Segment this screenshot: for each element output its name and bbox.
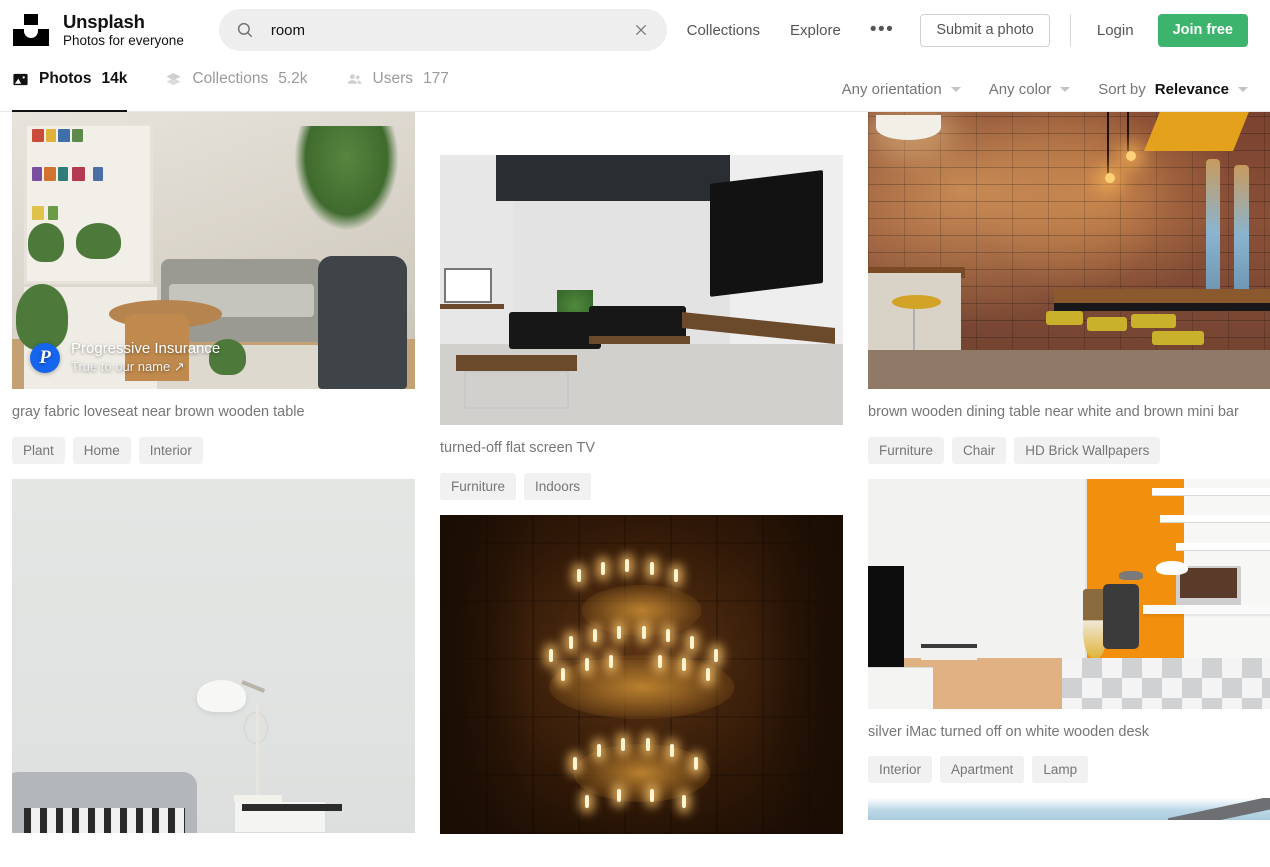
- search-bar[interactable]: [218, 9, 667, 51]
- sponsor-name: Progressive Insurance: [71, 340, 221, 357]
- tab-collections[interactable]: Collections 5.2k: [165, 60, 308, 111]
- photo-tags: Interior Apartment Lamp: [868, 756, 1270, 784]
- tab-photos[interactable]: Photos 14k: [12, 60, 128, 112]
- photo-tag[interactable]: Interior: [868, 756, 933, 784]
- tab-users-count: 177: [423, 70, 449, 87]
- photo-thumbnail[interactable]: [868, 798, 1270, 821]
- photo-tag[interactable]: Furniture: [440, 472, 517, 500]
- orientation-filter[interactable]: Any orientation: [842, 81, 961, 98]
- photo-tag[interactable]: Home: [72, 436, 131, 464]
- grid-column-3: brown wooden dining table near white and…: [868, 112, 1270, 867]
- chevron-down-icon: [1060, 87, 1071, 92]
- photo-tag[interactable]: Furniture: [868, 436, 945, 464]
- photo-tag[interactable]: HD Brick Wallpapers: [1014, 436, 1161, 464]
- photo-tag[interactable]: Interior: [138, 436, 203, 464]
- header-divider: [1069, 14, 1071, 46]
- progressive-logo-icon: P: [30, 342, 60, 373]
- search-input[interactable]: [253, 21, 631, 39]
- photo-image: [440, 155, 843, 425]
- login-link[interactable]: Login: [1085, 22, 1146, 39]
- photo-card: silver iMac turned off on white wooden d…: [868, 478, 1270, 784]
- search-tabbar: Photos 14k Collections 5.2k Users 177 An…: [0, 60, 1270, 112]
- nav-collections[interactable]: Collections: [672, 22, 775, 39]
- photo-image: [12, 478, 415, 833]
- brand-name: Unsplash: [63, 11, 145, 33]
- tab-users[interactable]: Users 177: [346, 60, 449, 111]
- photo-caption[interactable]: gray fabric loveseat near brown wooden t…: [12, 403, 415, 423]
- tab-collections-label: Collections: [192, 70, 269, 87]
- photo-tag[interactable]: Indoors: [524, 472, 592, 500]
- tab-photos-count: 14k: [101, 70, 128, 87]
- header-nav: Collections Explore ••• Submit a photo L…: [672, 13, 1248, 47]
- site-header: Unsplash Photos for everyone Collections…: [0, 0, 1270, 60]
- users-icon: [346, 71, 363, 88]
- grid-column-1: P Progressive Insurance True to our name…: [12, 112, 415, 867]
- sponsor-subtitle: True to our name ↗: [71, 358, 185, 374]
- photo-card: brown wooden dining table near white and…: [868, 112, 1270, 464]
- photo-caption[interactable]: brown wooden dining table near white and…: [868, 403, 1270, 423]
- photo-tag[interactable]: Chair: [952, 436, 1007, 464]
- photo-tag[interactable]: Plant: [12, 436, 65, 464]
- tab-users-label: Users: [372, 70, 414, 87]
- photo-thumbnail[interactable]: [12, 478, 415, 833]
- photo-tags: Furniture Indoors: [440, 472, 843, 500]
- photo-image: [868, 798, 1270, 821]
- nav-explore[interactable]: Explore: [775, 22, 856, 39]
- photo-image: [868, 478, 1270, 709]
- photo-card: P Progressive Insurance True to our name…: [12, 112, 415, 464]
- tab-collections-count: 5.2k: [278, 70, 308, 87]
- photo-thumbnail[interactable]: P Progressive Insurance True to our name…: [12, 112, 415, 389]
- sort-filter[interactable]: Sort by Relevance: [1098, 81, 1248, 98]
- filter-group: Any orientation Any color Sort by Releva…: [842, 81, 1248, 111]
- photo-caption[interactable]: turned-off flat screen TV: [440, 439, 843, 459]
- sort-filter-prefix: Sort by: [1098, 81, 1146, 98]
- photo-caption[interactable]: silver iMac turned off on white wooden d…: [868, 723, 1270, 743]
- chevron-down-icon: [1238, 87, 1248, 92]
- brand-tagline: Photos for everyone: [63, 32, 184, 48]
- photo-tags: Plant Home Interior: [12, 436, 415, 464]
- photo-grid: P Progressive Insurance True to our name…: [0, 112, 1270, 867]
- color-filter[interactable]: Any color: [989, 81, 1071, 98]
- photo-card: [12, 478, 415, 833]
- photo-image: [440, 514, 843, 834]
- photo-thumbnail[interactable]: [868, 112, 1270, 389]
- photo-thumbnail[interactable]: [440, 514, 843, 834]
- brand-logo-link[interactable]: Unsplash Photos for everyone: [12, 11, 184, 49]
- join-free-button[interactable]: Join free: [1157, 13, 1248, 47]
- photo-tag[interactable]: Lamp: [1032, 756, 1089, 784]
- image-icon: [12, 71, 29, 88]
- nav-more-icon[interactable]: •••: [856, 20, 908, 39]
- sponsor-badge[interactable]: P Progressive Insurance True to our name…: [30, 340, 220, 375]
- unsplash-camera-logo-icon: [12, 11, 50, 49]
- color-filter-label: Any color: [988, 81, 1052, 98]
- photo-tags: Furniture Chair HD Brick Wallpapers: [868, 436, 1270, 464]
- photo-thumbnail[interactable]: [868, 478, 1270, 709]
- photo-card: turned-off flat screen TV Furniture Indo…: [440, 155, 843, 500]
- photo-tag[interactable]: Apartment: [940, 756, 1025, 784]
- sort-filter-value: Relevance: [1154, 81, 1229, 98]
- chevron-down-icon: [950, 87, 961, 92]
- submit-photo-button[interactable]: Submit a photo: [920, 13, 1050, 47]
- photo-image: [868, 112, 1270, 389]
- photo-card: [440, 514, 843, 834]
- orientation-filter-label: Any orientation: [841, 81, 942, 98]
- grid-column-2: turned-off flat screen TV Furniture Indo…: [440, 112, 843, 867]
- search-icon: [236, 21, 254, 39]
- close-icon[interactable]: [631, 20, 651, 40]
- layers-icon: [165, 71, 182, 88]
- tab-list: Photos 14k Collections 5.2k Users 177: [12, 60, 449, 112]
- photo-card: [868, 798, 1270, 821]
- photo-thumbnail[interactable]: [440, 155, 843, 425]
- tab-photos-label: Photos: [39, 70, 92, 87]
